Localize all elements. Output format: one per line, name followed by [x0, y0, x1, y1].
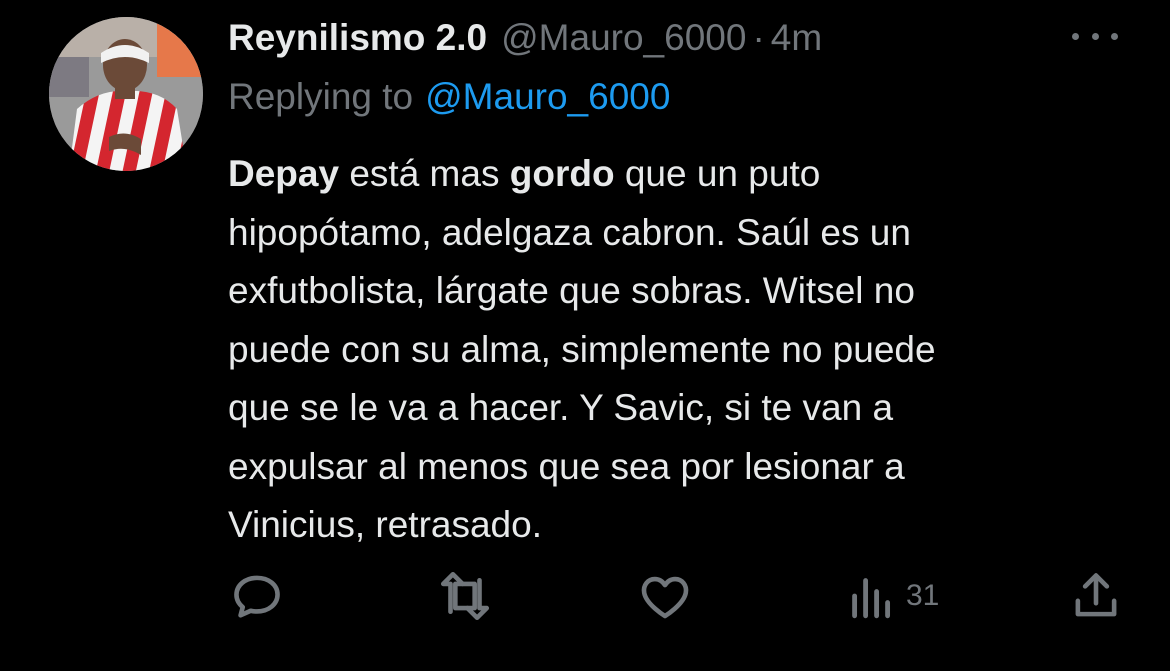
user-handle[interactable]: @Mauro_6000 [501, 17, 746, 59]
retweet-button[interactable] [435, 566, 495, 626]
share-icon [1075, 573, 1117, 617]
text-span: está mas [339, 153, 510, 194]
timestamp[interactable]: 4m [771, 17, 822, 59]
views-count: 31 [906, 579, 940, 612]
more-options-icon[interactable] [1072, 26, 1118, 46]
tweet-text-line: hipopótamo, adelgaza cabron. Saúl es un [228, 211, 911, 253]
retweet-icon [440, 571, 490, 621]
like-icon [641, 576, 689, 619]
replying-to-label: Replying to [228, 76, 414, 117]
text-span: que un puto [614, 153, 821, 194]
reply-mention-link[interactable]: @Mauro_6000 [425, 76, 670, 118]
more-dot [1111, 32, 1118, 40]
tweet-text-line: expulsar al menos que sea por lesionar a [228, 445, 905, 487]
comment-icon [234, 575, 280, 618]
more-dot [1091, 32, 1099, 40]
tweet-text-line: Depay está mas gordo que un puto [228, 145, 1128, 204]
reply-button[interactable] [228, 566, 286, 626]
tweet-text-line: exfutbolista, lárgate que sobras. Witsel… [228, 270, 915, 311]
views-button[interactable]: 31 [848, 566, 939, 626]
more-dot [1072, 32, 1079, 40]
share-button[interactable] [1067, 566, 1125, 626]
tweet-header: Reynilismo 2.0 @Mauro_6000 · 4m [228, 14, 822, 62]
tweet-text-line: puede con su alma, simplemente no puede [228, 328, 936, 370]
avatar-image [49, 17, 203, 171]
avatar[interactable] [49, 17, 203, 171]
tweet-actions: 31 [0, 566, 1170, 626]
replying-to: Replying to @Mauro_6000 [228, 73, 670, 121]
tweet: Reynilismo 2.0 @Mauro_6000 · 4m Replying… [0, 0, 1170, 671]
views-icon [852, 578, 891, 619]
display-name[interactable]: Reynilismo 2.0 [228, 17, 487, 59]
separator-dot: · [752, 17, 765, 58]
tweet-text-line: que se le va a hacer. Y Savic, si te van… [228, 387, 894, 428]
tweet-text: Depay está mas gordo que un puto hipopót… [228, 145, 1128, 555]
tweet-text-line: Vinicius, retrasado. [228, 504, 542, 545]
like-button[interactable] [636, 566, 694, 626]
bold-word: gordo [509, 153, 615, 194]
bold-word: Depay [228, 153, 340, 194]
